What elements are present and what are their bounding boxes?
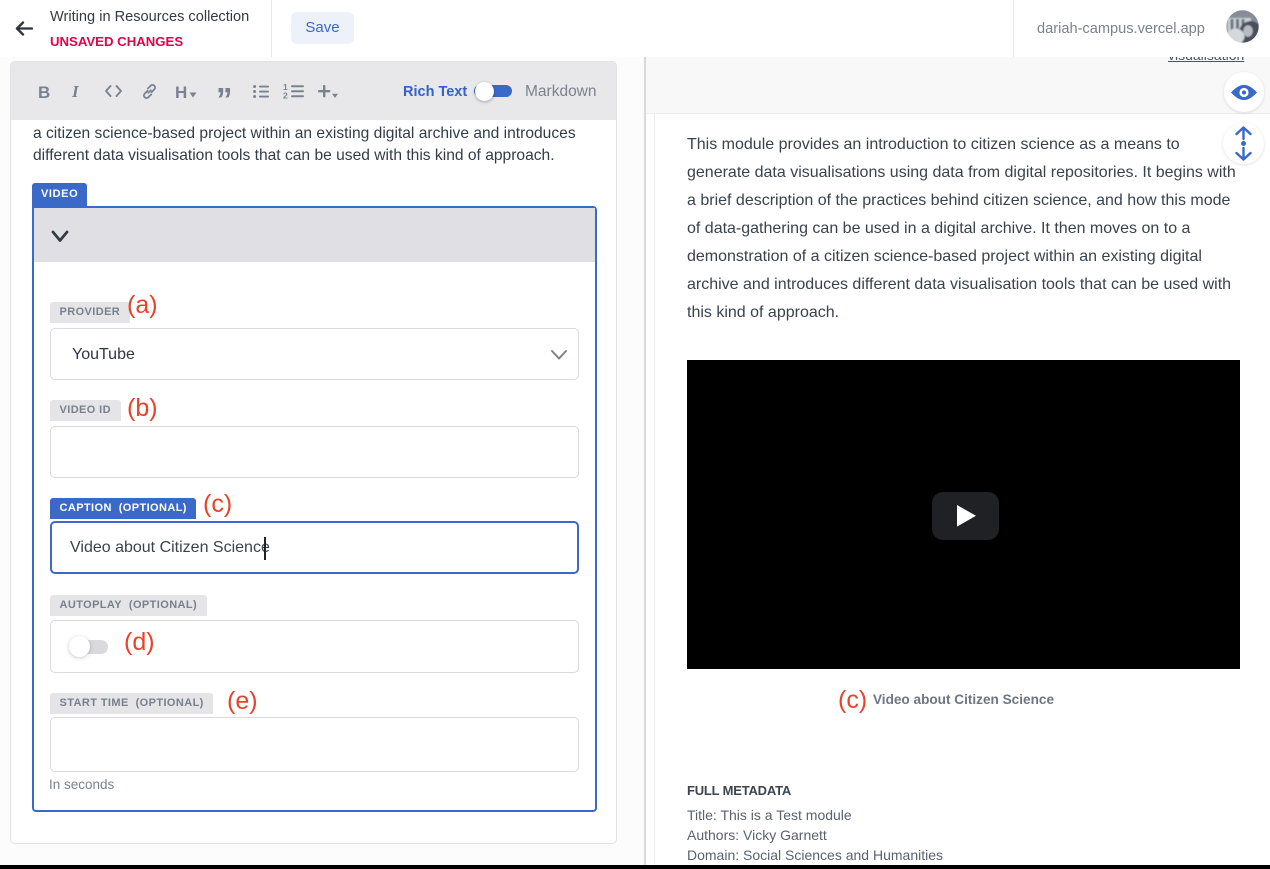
- svg-text:2: 2: [283, 91, 288, 100]
